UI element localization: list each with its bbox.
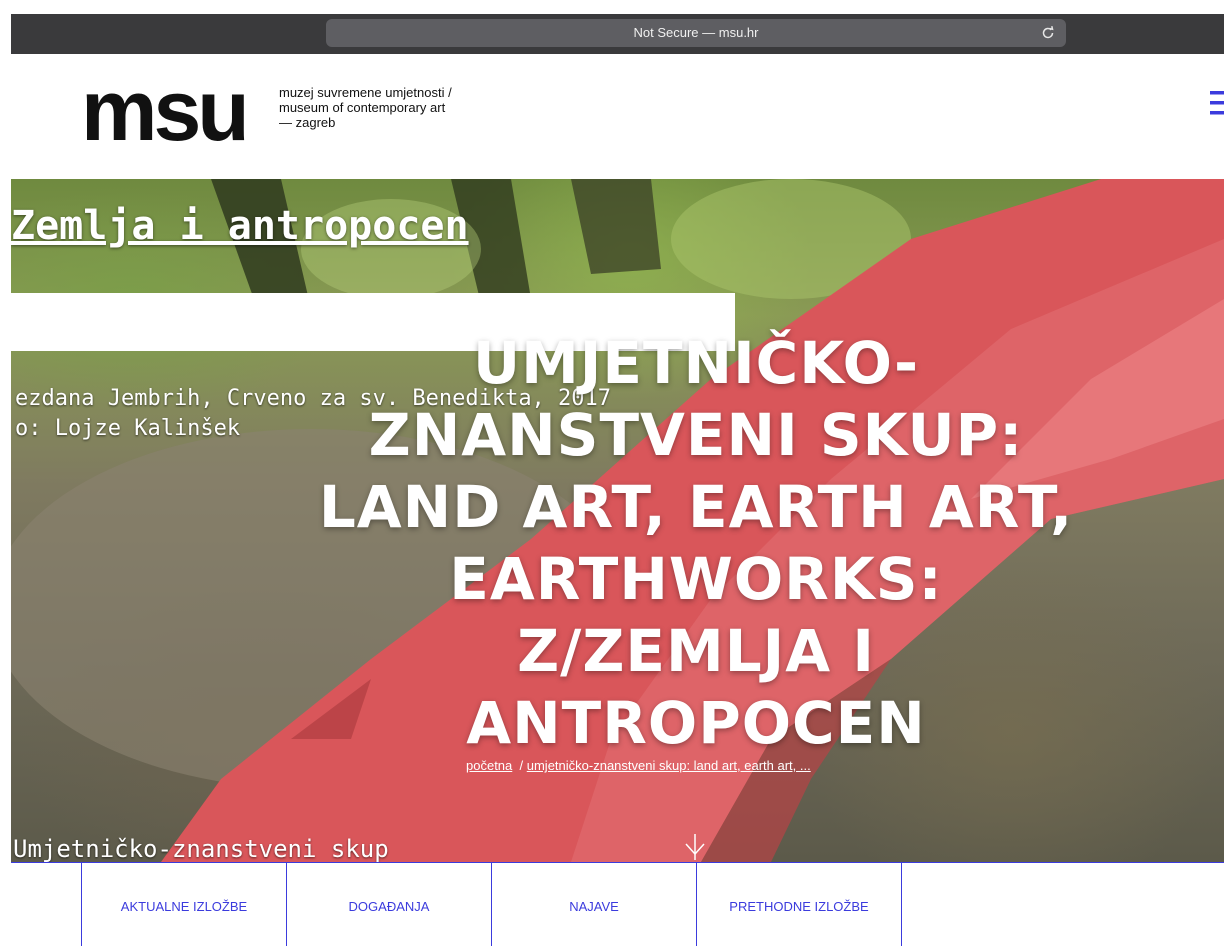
nav-item-dogadanja[interactable]: DOGAĐANJA [286, 863, 491, 946]
title-line: UMJETNIČKO- [472, 329, 920, 397]
left-gutter [0, 0, 11, 945]
title-line: Z/ZEMLJA I [517, 617, 875, 685]
scroll-down-arrow-icon[interactable] [681, 834, 709, 862]
logo-subtitle-line: muzej suvremene umjetnosti / [279, 85, 452, 100]
site-header: msu muzej suvremene umjetnosti / museum … [11, 54, 1224, 179]
title-line: ANTROPOCEN [466, 689, 926, 757]
address-bar[interactable]: Not Secure — msu.hr [326, 19, 1066, 47]
main-navigation: AKTUALNE IZLOŽBE DOGAĐANJA NAJAVE PRETHO… [11, 862, 1224, 946]
reload-icon[interactable] [1040, 25, 1056, 41]
logo-subtitle: muzej suvremene umjetnosti / museum of c… [279, 85, 519, 130]
title-line: EARTHWORKS: [449, 545, 943, 613]
msu-logo[interactable]: msu [81, 68, 250, 154]
hero-bottom-text: Umjetničko-znanstveni skup [13, 835, 389, 862]
logo-subtitle-line: museum of contemporary art [279, 100, 446, 115]
breadcrumb-home-link[interactable]: početna [466, 758, 512, 773]
nav-item-najave[interactable]: NAJAVE [491, 863, 696, 946]
hamburger-menu-icon[interactable] [1210, 88, 1224, 118]
hero-banner: Zemlja i antropocen ezdana Jembrih, Crve… [11, 179, 1224, 862]
title-line: LAND ART, EARTH ART, [318, 473, 1074, 541]
breadcrumb-current-link[interactable]: umjetničko-znanstveni skup: land art, ea… [527, 758, 811, 773]
nav-item-aktualne-izlozbe[interactable]: AKTUALNE IZLOŽBE [81, 863, 286, 946]
nav-item-prethodne-izlozbe[interactable]: PRETHODNE IZLOŽBE [696, 863, 902, 946]
browser-toolbar: Not Secure — msu.hr [11, 14, 1224, 54]
hero-overlay-title[interactable]: Zemlja i antropocen [11, 203, 469, 249]
logo-subtitle-line: — zagreb [279, 115, 336, 130]
title-line: ZNANSTVENI SKUP: [368, 401, 1024, 469]
url-text: Not Secure — msu.hr [633, 25, 759, 40]
breadcrumb: početna / umjetničko-znanstveni skup: la… [466, 758, 811, 773]
breadcrumb-separator: / [519, 758, 524, 773]
page-title: UMJETNIČKO- ZNANSTVENI SKUP: LAND ART, E… [296, 327, 1096, 759]
